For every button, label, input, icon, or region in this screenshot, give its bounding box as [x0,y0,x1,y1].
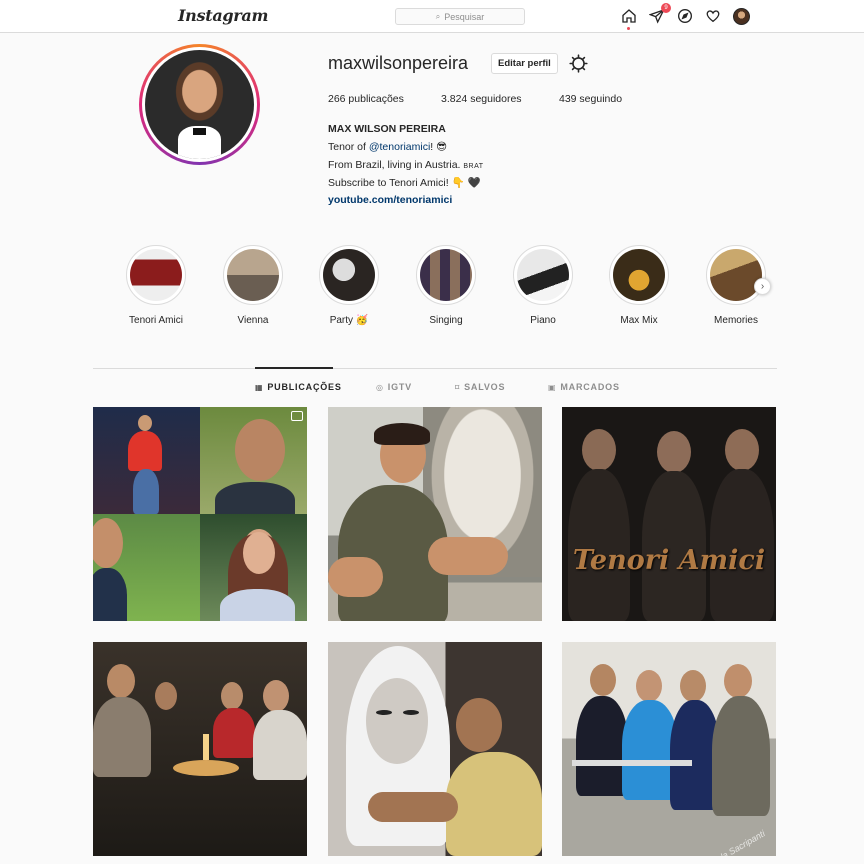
posts-count: 266 publicações [328,93,404,105]
highlight-piano[interactable]: Piano [499,245,587,326]
tab-publicacoes[interactable]: ▦ PUBLICAÇÕES [255,382,342,392]
post-thumbnail[interactable]: Tenori Amici [562,407,776,621]
highlight-max-mix[interactable]: Max Mix [595,245,683,326]
bookmark-icon: ⌑ [455,382,461,392]
bio-line: Subscribe to Tenori Amici! 👇 🖤 [328,177,481,189]
home-active-dot [627,27,630,30]
following-count[interactable]: 439 seguindo [559,93,622,105]
search-placeholder: Pesquisar [444,11,485,22]
post-thumbnail[interactable] [93,407,307,621]
highlight-cover [420,249,472,301]
tabs-divider [93,368,777,369]
post-thumbnail[interactable] [93,642,307,856]
tab-igtv[interactable]: ◎ IGTV [376,382,412,392]
collage-photo [200,514,307,621]
collage-photo [93,514,200,621]
highlight-cover [130,249,182,301]
post-overlay-text: Tenori Amici [572,545,766,576]
post-thumbnail[interactable] [328,407,542,621]
highlight-cover [710,249,762,301]
edit-profile-button[interactable]: Editar perfil [491,53,558,74]
bio-line: Tenor of @tenoriamici! 😎 [328,141,448,153]
top-nav-bar: Instagram ⌕ Pesquisar 9 [0,0,864,33]
highlight-cover [323,249,375,301]
profile-stats: 266 publicações 3.824 seguidores 439 seg… [328,93,622,105]
tab-marcados[interactable]: ▣ MARCADOS [548,382,620,392]
profile-username: maxwilsonpereira [328,53,469,73]
bio-website-link[interactable]: youtube.com/tenoriamici [328,194,452,206]
instagram-logo[interactable]: Instagram [178,6,268,25]
avatar [732,7,750,25]
cafe-table [572,760,692,766]
mention-link[interactable]: @tenoriamici [369,141,430,153]
bio-line: From Brazil, living in Austria. BRAT [328,159,484,171]
tagged-icon: ▣ [548,382,557,392]
collage-photo [93,407,200,514]
igtv-icon: ◎ [376,382,384,392]
settings-gear-icon[interactable] [569,54,588,73]
active-tab-indicator [255,367,333,369]
watermark-text: la Sacripanti [719,828,768,856]
profile-full-name: MAX WILSON PEREIRA [328,123,446,135]
explore-compass-icon[interactable] [676,7,694,25]
post-thumbnail[interactable] [328,642,542,856]
highlight-cover [227,249,279,301]
profile-photo [145,50,254,159]
search-icon: ⌕ [435,11,441,21]
chevron-right-icon[interactable]: › [754,278,771,295]
post-thumbnail[interactable]: la Sacripanti [562,642,776,856]
highlight-vienna[interactable]: Vienna [209,245,297,326]
grid-icon: ▦ [255,382,264,392]
search-input[interactable]: ⌕ Pesquisar [395,8,525,25]
direct-messages-icon[interactable]: 9 [648,3,671,25]
highlight-party[interactable]: Party 🥳 [305,245,393,326]
carousel-icon [291,411,303,421]
tab-salvos[interactable]: ⌑ SALVOS [455,382,505,392]
activity-heart-icon[interactable] [704,7,722,25]
followers-count[interactable]: 3.824 seguidores [441,93,559,105]
home-icon[interactable] [620,7,638,30]
messages-badge: 9 [661,3,671,13]
highlight-tenori-amici[interactable]: Tenori Amici [112,245,200,326]
profile-avatar[interactable] [139,44,260,165]
country-flag: BRAT [463,163,484,170]
highlight-cover [613,249,665,301]
table [173,760,239,776]
highlight-singing[interactable]: Singing [402,245,490,326]
highlight-cover [517,249,569,301]
profile-avatar-nav[interactable] [732,7,750,25]
collage-photo [200,407,307,522]
